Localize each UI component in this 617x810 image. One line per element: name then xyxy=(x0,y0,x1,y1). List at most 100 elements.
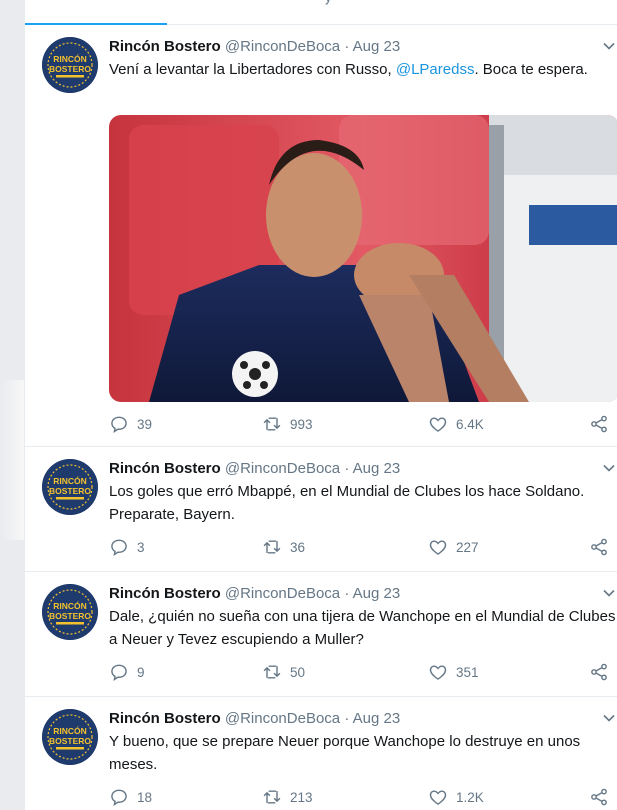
svg-text:BOSTERO: BOSTERO xyxy=(49,736,91,746)
tab-bar: y xyxy=(25,0,617,25)
author-handle[interactable]: @RinconDeBoca xyxy=(225,585,340,602)
svg-text:RINCÓN: RINCÓN xyxy=(53,53,87,64)
reply-icon xyxy=(111,789,127,807)
chevron-down-icon[interactable] xyxy=(602,461,616,475)
reply-count: 18 xyxy=(137,789,153,805)
retweet-count: 36 xyxy=(290,539,306,555)
author-handle[interactable]: @RinconDeBoca xyxy=(225,710,340,727)
separator: · xyxy=(344,38,350,55)
author-handle[interactable]: @RinconDeBoca xyxy=(225,38,340,55)
author-name[interactable]: Rincón Bostero xyxy=(109,38,221,55)
share-icon xyxy=(591,788,607,806)
svg-text:BOSTERO: BOSTERO xyxy=(49,486,91,496)
separator: · xyxy=(344,460,350,477)
share-icon xyxy=(591,663,607,681)
tweet-photo[interactable] xyxy=(109,115,617,402)
tweet-text: Vení a levantar la Libertadores con Russ… xyxy=(109,58,617,81)
retweet-count: 213 xyxy=(290,789,313,805)
author-name[interactable]: Rincón Bostero xyxy=(109,460,221,477)
share-button[interactable] xyxy=(589,537,617,557)
share-button[interactable] xyxy=(589,414,617,434)
svg-text:RINCÓN: RINCÓN xyxy=(53,725,87,736)
like-icon xyxy=(429,417,447,432)
tweet-header: Rincón Bostero @RinconDeBoca · Aug 23 xyxy=(109,459,617,479)
tweet-text: Y bueno, que se prepare Neuer porque Wan… xyxy=(109,733,585,773)
reply-count: 39 xyxy=(137,416,153,432)
chevron-down-icon[interactable] xyxy=(602,586,616,600)
retweet-button[interactable]: 50 xyxy=(262,662,305,682)
like-button[interactable]: 6.4K xyxy=(428,414,484,434)
chevron-down-icon[interactable] xyxy=(602,711,616,725)
retweet-icon xyxy=(263,417,281,431)
svg-text:RINCÓN: RINCÓN xyxy=(53,475,87,486)
reply-icon xyxy=(111,664,127,682)
like-count: 6.4K xyxy=(456,416,484,432)
retweet-count: 993 xyxy=(290,416,313,432)
share-icon xyxy=(591,415,607,433)
like-icon xyxy=(429,540,447,555)
svg-text:BOSTERO: BOSTERO xyxy=(49,64,91,74)
reply-button[interactable]: 3 xyxy=(109,537,145,557)
timeline: y RINCÓNBOSTERO Rincón Bostero @RinconDe… xyxy=(24,0,617,810)
page-background-shadow xyxy=(0,380,24,540)
like-button[interactable]: 351 xyxy=(428,662,479,682)
tweet-date[interactable]: Aug 23 xyxy=(353,460,401,477)
retweet-button[interactable]: 993 xyxy=(262,414,313,434)
tweet-text: Dale, ¿quién no sueña con una tijera de … xyxy=(109,608,616,648)
author-name[interactable]: Rincón Bostero xyxy=(109,710,221,727)
like-count: 351 xyxy=(456,664,479,680)
share-button[interactable] xyxy=(589,787,617,807)
retweet-button[interactable]: 36 xyxy=(262,537,305,557)
tweet[interactable]: RINCÓN BOSTERO Rincón Bostero @RinconDeBo… xyxy=(25,447,617,572)
tweet-date[interactable]: Aug 23 xyxy=(353,38,401,55)
share-icon xyxy=(591,538,607,556)
reply-icon xyxy=(111,416,127,434)
tweet[interactable]: RINCÓN BOSTERO Rincón Bostero @RinconDeBo… xyxy=(25,697,617,810)
tweet[interactable]: RINCÓN BOSTERO Rincón Bostero @RinconDeBo… xyxy=(25,572,617,697)
tweet-text: Los goles que erró Mbappé, en el Mundial… xyxy=(109,483,589,523)
like-button[interactable]: 1.2K xyxy=(428,787,484,807)
avatar[interactable]: RINCÓN BOSTERO xyxy=(42,37,98,93)
retweet-icon xyxy=(263,790,281,804)
tweet-actions: 3 36 227 xyxy=(109,537,617,559)
tweet-header: Rincón Bostero @RinconDeBoca · Aug 23 xyxy=(109,37,617,57)
like-icon xyxy=(429,790,447,805)
like-icon xyxy=(429,665,447,680)
avatar[interactable]: RINCÓN BOSTERO xyxy=(42,459,98,515)
separator: · xyxy=(344,585,350,602)
svg-text:BOSTERO: BOSTERO xyxy=(49,611,91,621)
tweet-actions: 39 993 6.4K xyxy=(109,414,617,436)
author-name[interactable]: Rincón Bostero xyxy=(109,585,221,602)
reply-icon xyxy=(111,539,127,557)
retweet-icon xyxy=(263,540,281,554)
avatar[interactable]: RINCÓN BOSTERO xyxy=(42,709,98,765)
reply-count: 9 xyxy=(137,664,145,680)
tweet-date[interactable]: Aug 23 xyxy=(353,585,401,602)
separator: · xyxy=(344,710,350,727)
tweet-header: Rincón Bostero @RinconDeBoca · Aug 23 xyxy=(109,584,617,604)
reply-button[interactable]: 39 xyxy=(109,414,152,434)
chevron-down-icon[interactable] xyxy=(602,39,616,53)
like-count: 1.2K xyxy=(456,789,484,805)
tweet-header: Rincón Bostero @RinconDeBoca · Aug 23 xyxy=(109,709,617,729)
avatar[interactable]: RINCÓN BOSTERO xyxy=(42,584,98,640)
tab-label-fragment[interactable]: y xyxy=(325,0,332,5)
svg-text:RINCÓN: RINCÓN xyxy=(53,600,87,611)
retweet-icon xyxy=(263,665,281,679)
retweet-button[interactable]: 213 xyxy=(262,787,313,807)
tweet-text-part: Vení a levantar la Libertadores con Russ… xyxy=(109,61,396,78)
share-button[interactable] xyxy=(589,662,617,682)
reply-button[interactable]: 9 xyxy=(109,662,145,682)
like-button[interactable]: 227 xyxy=(428,537,479,557)
tweet[interactable]: RINCÓN BOSTERO Rincón Bostero @RinconDeBo… xyxy=(25,25,617,447)
tweet-date[interactable]: Aug 23 xyxy=(353,710,401,727)
reply-count: 3 xyxy=(137,539,145,555)
tweet-actions: 9 50 351 xyxy=(109,662,617,684)
tweet-actions: 18 213 1.2K xyxy=(109,787,617,809)
tweet-text-part: . Boca te espera. xyxy=(474,61,588,78)
retweet-count: 50 xyxy=(290,664,306,680)
like-count: 227 xyxy=(456,539,479,555)
author-handle[interactable]: @RinconDeBoca xyxy=(225,460,340,477)
reply-button[interactable]: 18 xyxy=(109,787,152,807)
mention-link[interactable]: @LParedss xyxy=(396,61,475,78)
